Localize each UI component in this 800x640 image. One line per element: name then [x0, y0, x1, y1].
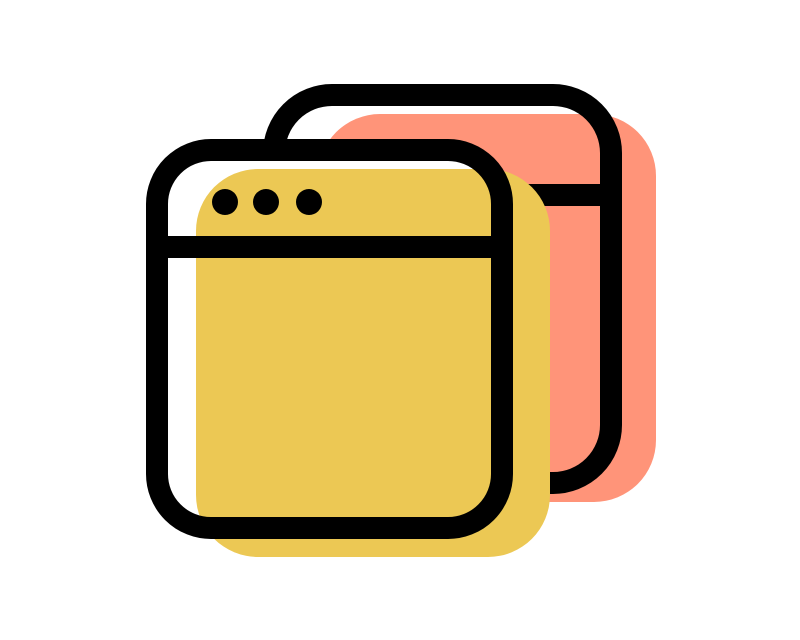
front-window [146, 139, 550, 557]
window-dot-2 [253, 189, 279, 215]
icon-canvas [0, 0, 800, 640]
window-dot-1 [212, 189, 238, 215]
window-dot-3 [296, 189, 322, 215]
browser-windows-icon [146, 84, 656, 557]
